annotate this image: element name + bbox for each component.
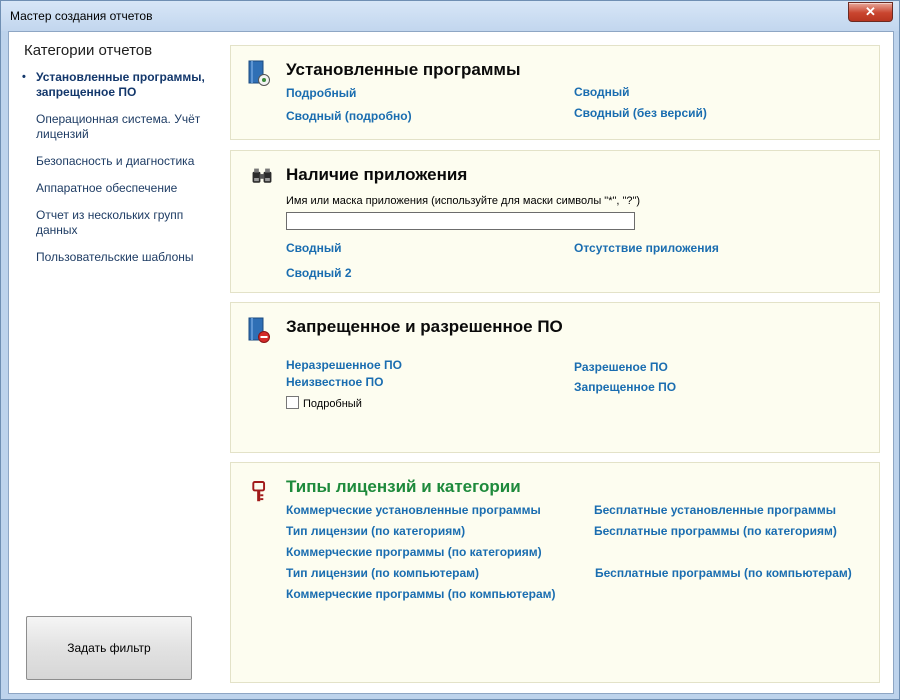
set-filter-button[interactable]: Задать фильтр xyxy=(26,616,192,680)
sidebar-item-multi-group-report[interactable]: Отчет из нескольких групп данных xyxy=(9,208,206,238)
report-link-unknown-software[interactable]: Неизвестное ПО xyxy=(286,375,384,389)
sidebar-item-label: Установленные программы, запрещенное ПО xyxy=(36,70,205,99)
sidebar-item-label: Отчет из нескольких групп данных xyxy=(36,208,184,237)
detailed-checkbox-row[interactable]: Подробный xyxy=(286,396,362,410)
panel-title: Наличие приложения xyxy=(286,165,468,184)
wizard-client-area: Категории отчетов • Установленные програ… xyxy=(8,31,894,694)
report-link-commercial-by-computer[interactable]: Коммерческие программы (по компьютерам) xyxy=(286,587,556,601)
binoculars-icon xyxy=(252,168,272,183)
active-bullet: • xyxy=(22,71,26,83)
key-icon xyxy=(252,481,266,502)
report-link-commercial-installed[interactable]: Коммерческие установленные программы xyxy=(286,503,541,517)
report-link-summary[interactable]: Сводный xyxy=(286,241,342,255)
report-link-summary-2[interactable]: Сводный 2 xyxy=(286,266,352,280)
panel-installed-programs: Установленные программы Подробный Сводны… xyxy=(230,45,880,140)
window-title: Мастер создания отчетов xyxy=(10,9,153,23)
panel-prohibited-allowed-software: Запрещенное и разрешенное ПО Неразрешенн… xyxy=(230,302,880,453)
detailed-checkbox[interactable] xyxy=(286,396,299,409)
report-link-allowed-software[interactable]: Разрешеное ПО xyxy=(574,360,668,374)
report-link-detailed[interactable]: Подробный xyxy=(286,86,356,100)
panel-license-types: Типы лицензий и категории Коммерческие у… xyxy=(230,462,880,683)
book-prohibited-icon xyxy=(248,317,270,343)
sidebar-item-label: Безопасность и диагностика xyxy=(36,154,195,168)
report-link-summary[interactable]: Сводный xyxy=(574,85,630,99)
panel-app-presence: Наличие приложения Имя или маска приложе… xyxy=(230,150,880,293)
sidebar-item-label: Операционная система. Учёт лицензий xyxy=(36,112,201,141)
close-button[interactable]: ✕ xyxy=(848,2,893,22)
panel-title: Запрещенное и разрешенное ПО xyxy=(286,317,563,336)
panel-title: Установленные программы xyxy=(286,60,521,79)
report-link-commercial-by-category[interactable]: Коммерческие программы (по категориям) xyxy=(286,545,542,559)
report-link-free-by-category[interactable]: Бесплатные программы (по категориям) xyxy=(594,524,837,538)
report-link-free-installed[interactable]: Бесплатные установленные программы xyxy=(594,503,836,517)
report-link-summary-no-versions[interactable]: Сводный (без версий) xyxy=(574,106,707,120)
report-link-license-type-by-computer[interactable]: Тип лицензии (по компьютерам) xyxy=(286,566,479,580)
report-link-prohibited-software[interactable]: Запрещенное ПО xyxy=(574,380,676,394)
report-link-free-by-computer[interactable]: Бесплатные программы (по компьютерам) xyxy=(595,566,852,580)
title-bar[interactable]: Мастер создания отчетов ✕ xyxy=(1,1,899,31)
book-add-icon xyxy=(248,60,270,86)
sidebar-item-user-templates[interactable]: Пользовательские шаблоны xyxy=(9,250,206,265)
sidebar-heading: Категории отчетов xyxy=(24,42,153,59)
app-mask-label: Имя или маска приложения (используйте дл… xyxy=(286,195,641,207)
sidebar-item-os-licenses[interactable]: Операционная система. Учёт лицензий xyxy=(9,112,206,142)
panel-title: Типы лицензий и категории xyxy=(286,477,521,496)
sidebar-item-hardware[interactable]: Аппаратное обеспечение xyxy=(9,181,206,196)
sidebar: Категории отчетов • Установленные програ… xyxy=(9,32,223,693)
sidebar-item-label: Пользовательские шаблоны xyxy=(36,250,194,264)
report-link-summary-detailed[interactable]: Сводный (подробно) xyxy=(286,109,412,123)
sidebar-item-label: Аппаратное обеспечение xyxy=(36,181,178,195)
sidebar-item-security[interactable]: Безопасность и диагностика xyxy=(9,154,206,169)
close-icon: ✕ xyxy=(865,4,876,19)
report-link-app-absence[interactable]: Отсутствие приложения xyxy=(574,241,719,255)
app-mask-input[interactable] xyxy=(286,212,635,230)
report-wizard-window: Мастер создания отчетов ✕ Категории отче… xyxy=(0,0,900,700)
sidebar-item-installed-programs[interactable]: • Установленные программы, запрещенное П… xyxy=(9,70,206,100)
report-link-unallowed-software[interactable]: Неразрешенное ПО xyxy=(286,358,402,372)
category-nav: • Установленные программы, запрещенное П… xyxy=(9,70,223,277)
report-link-license-type-by-category[interactable]: Тип лицензии (по категориям) xyxy=(286,524,465,538)
checkbox-label: Подробный xyxy=(303,398,362,410)
